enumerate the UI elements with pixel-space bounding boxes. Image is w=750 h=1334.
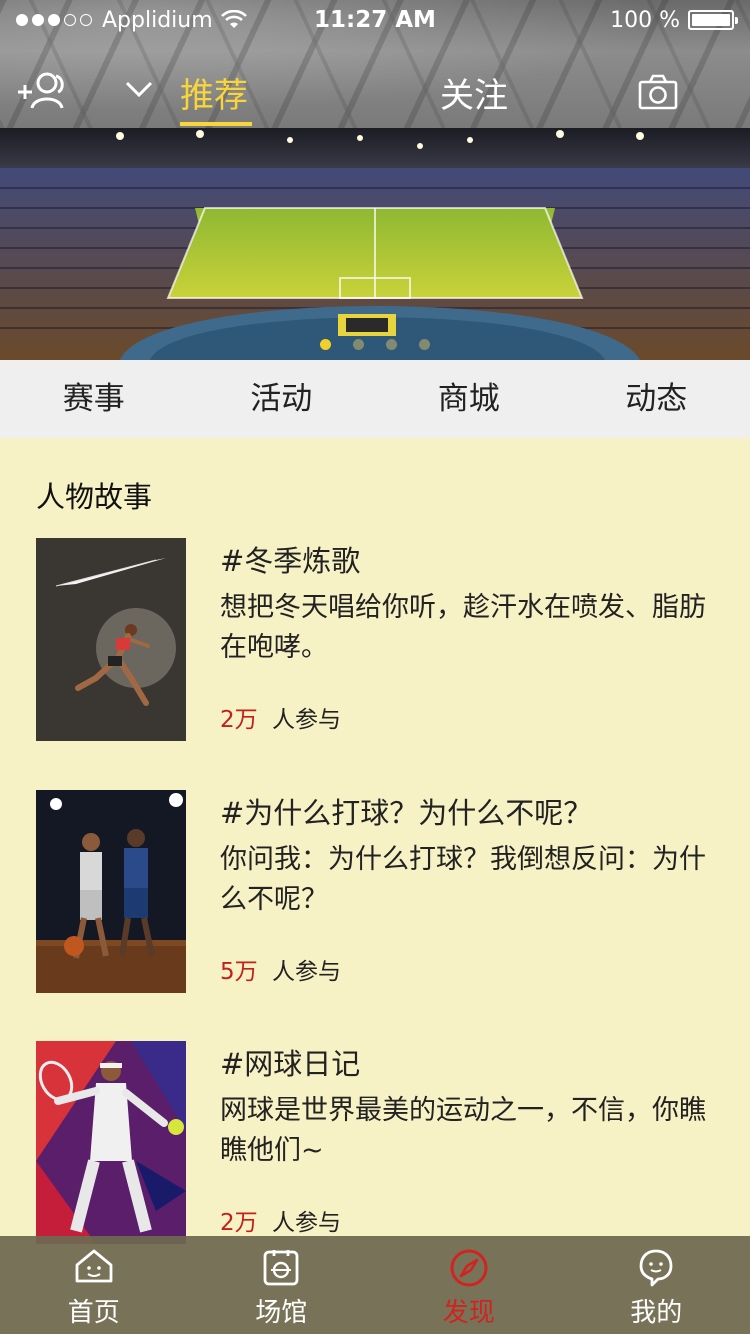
- participant-label: 人参与: [272, 707, 341, 733]
- tab-stadium[interactable]: 场馆: [188, 1236, 376, 1334]
- category-events[interactable]: 赛事: [0, 360, 188, 438]
- story-description: 想把冬天唱给你听，趁汗水在喷发、脂肪在咆哮。: [220, 592, 706, 663]
- add-friend-icon[interactable]: [16, 68, 68, 112]
- battery-icon: [688, 10, 738, 30]
- compass-icon: [450, 1249, 488, 1287]
- story-item[interactable]: #冬季炼歌 想把冬天唱给你听，趁汗水在喷发、脂肪在咆哮。 2万 人参与: [36, 538, 716, 743]
- status-time: 11:27 AM: [314, 7, 436, 33]
- section-title: 人物故事: [36, 480, 153, 514]
- story-description: 你问我：为什么打球？我倒想反问：为什么不呢？: [220, 844, 706, 915]
- story-thumbnail-runner[interactable]: [36, 538, 186, 741]
- tab-discover-label: 发现: [442, 1298, 495, 1328]
- story-thumbnail-tennis[interactable]: [36, 1041, 186, 1244]
- tab-profile-label: 我的: [630, 1298, 683, 1328]
- top-nav: 推荐 关注: [0, 60, 750, 126]
- tab-home[interactable]: 首页: [0, 1236, 188, 1334]
- pager-dot[interactable]: [320, 339, 331, 350]
- bottom-tab-bar: 首页 场馆 发现 我的: [0, 1236, 750, 1334]
- participant-label: 人参与: [272, 959, 341, 985]
- participant-count: 2万: [220, 707, 258, 733]
- tab-follow[interactable]: 关注: [440, 68, 508, 117]
- pager-dot[interactable]: [353, 339, 364, 350]
- chevron-down-icon[interactable]: [124, 78, 154, 100]
- tab-discover[interactable]: 发现: [375, 1236, 563, 1334]
- category-mall[interactable]: 商城: [375, 360, 563, 438]
- story-item[interactable]: #网球日记 网球是世界最美的运动之一，不信，你瞧瞧他们~ 2万 人参与: [36, 1041, 716, 1246]
- pager-dot[interactable]: [386, 339, 397, 350]
- tab-profile[interactable]: 我的: [563, 1236, 750, 1334]
- story-title[interactable]: #冬季炼歌: [220, 538, 360, 580]
- story-title[interactable]: #为什么打球？为什么不呢？: [220, 790, 592, 832]
- category-activities[interactable]: 活动: [188, 360, 376, 438]
- profile-icon: [639, 1249, 673, 1287]
- tab-stadium-label: 场馆: [255, 1298, 308, 1328]
- tab-home-label: 首页: [67, 1298, 120, 1328]
- stadium-icon: [263, 1250, 299, 1286]
- home-icon: [75, 1249, 113, 1283]
- banner-pager: [320, 339, 430, 350]
- participant-count: 2万: [220, 1210, 258, 1236]
- status-bar: Applidium 11:27 AM 100 %: [0, 0, 750, 40]
- story-thumbnail-basketball[interactable]: [36, 790, 186, 993]
- active-tab-indicator: [180, 122, 252, 126]
- top-header: Applidium 11:27 AM 100 % 推荐 关注: [0, 0, 750, 128]
- tab-recommend[interactable]: 推荐: [180, 68, 248, 117]
- story-title[interactable]: #网球日记: [220, 1041, 360, 1083]
- stadium-image: [0, 128, 750, 360]
- camera-icon[interactable]: [638, 74, 678, 110]
- category-strip: 赛事 活动 商城 动态: [0, 360, 750, 438]
- participant-count: 5万: [220, 959, 258, 985]
- category-feed[interactable]: 动态: [563, 360, 750, 438]
- participant-label: 人参与: [272, 1210, 341, 1236]
- story-item[interactable]: #为什么打球？为什么不呢？ 你问我：为什么打球？我倒想反问：为什么不呢？ 5万 …: [36, 790, 716, 995]
- hero-banner[interactable]: [0, 128, 750, 360]
- story-description: 网球是世界最美的运动之一，不信，你瞧瞧他们~: [220, 1095, 706, 1166]
- pager-dot[interactable]: [419, 339, 430, 350]
